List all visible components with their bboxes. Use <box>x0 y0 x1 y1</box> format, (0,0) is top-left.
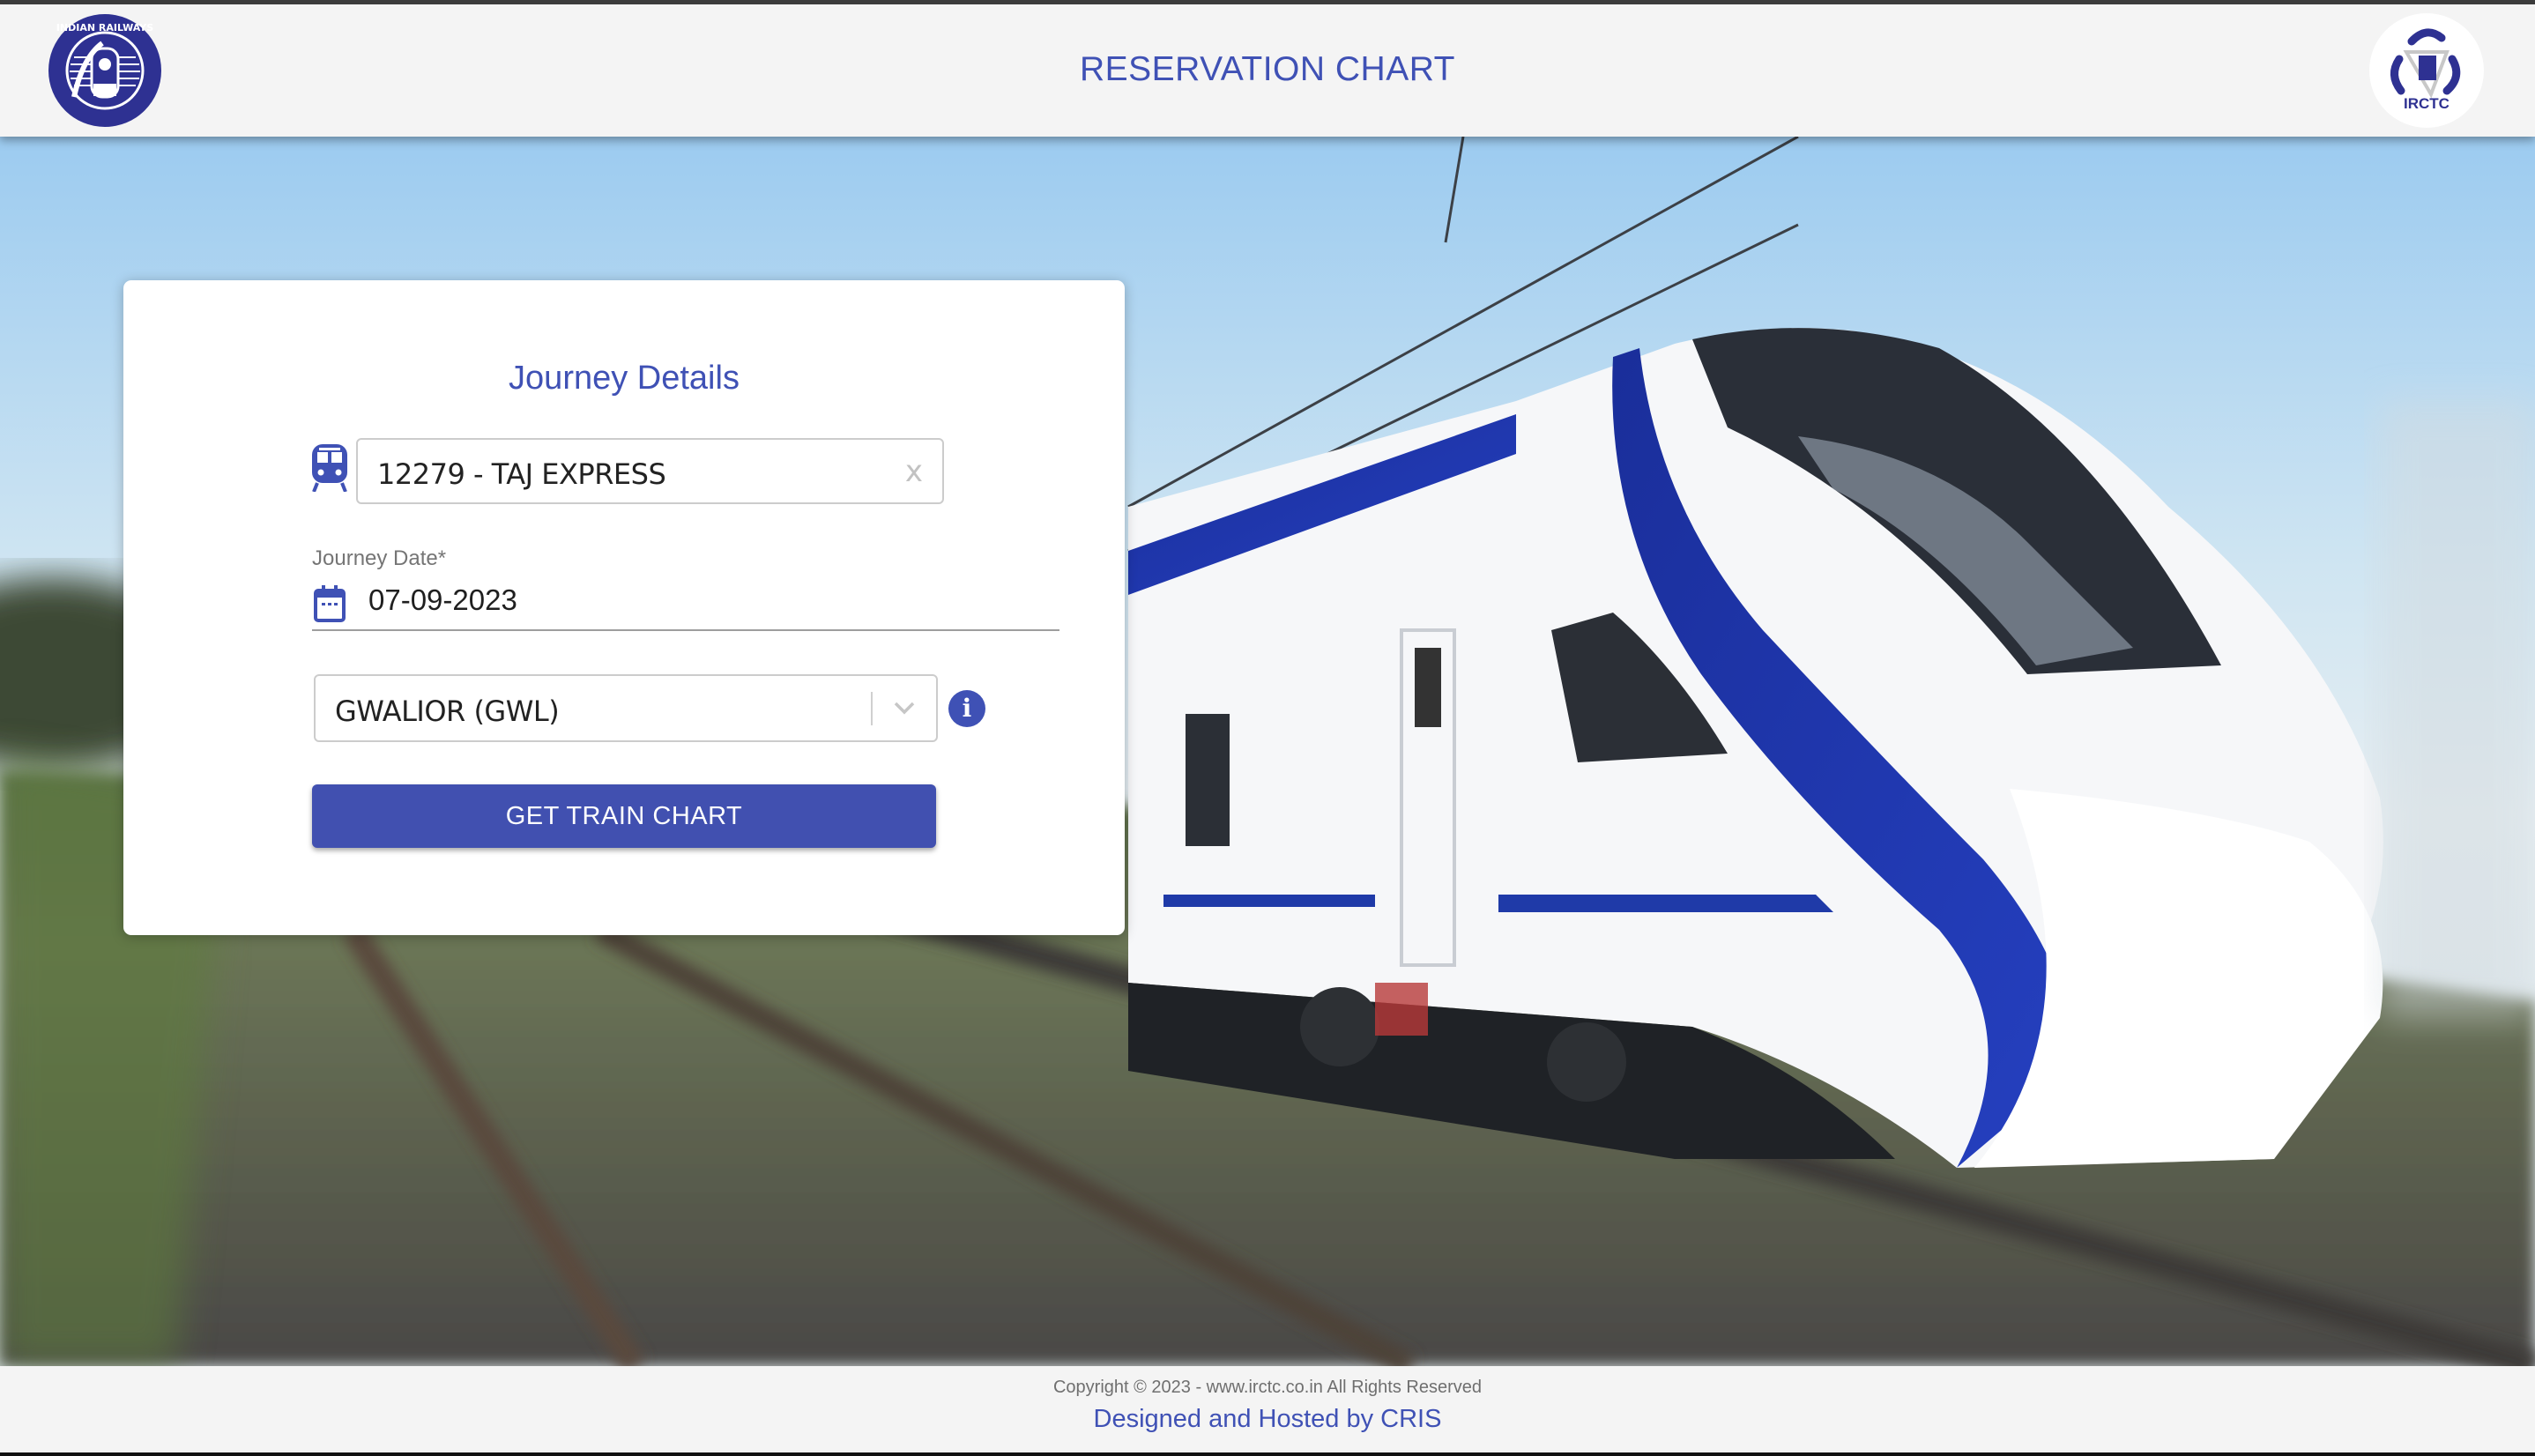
clear-train-button[interactable]: x <box>905 454 923 489</box>
chevron-down-icon[interactable] <box>892 697 917 718</box>
journey-date-label: Journey Date* <box>312 546 447 570</box>
copyright-text: Copyright © 2023 - www.irctc.co.in All R… <box>1052 1378 1483 1397</box>
info-icon[interactable]: i <box>948 690 985 727</box>
calendar-icon[interactable] <box>314 585 346 622</box>
journey-date-underline <box>312 629 1059 631</box>
cris-credit-link[interactable]: Designed and Hosted by CRIS <box>0 1405 2535 1434</box>
svg-text:IRCTC: IRCTC <box>2404 95 2450 112</box>
irctc-logo[interactable]: IRCTC <box>2369 13 2484 128</box>
window-bottom-border <box>0 1452 2535 1456</box>
train-icon <box>310 444 349 493</box>
journey-details-card: Journey Details 12279 - TAJ EXPRESS x Jo… <box>123 280 1125 935</box>
select-divider <box>871 692 873 725</box>
svg-text:INDIAN RAILWAYS: INDIAN RAILWAYS <box>56 22 153 33</box>
page-title: RESERVATION CHART <box>1079 50 1456 88</box>
irctc-logo-icon: IRCTC <box>2390 28 2461 112</box>
train-number-input[interactable]: 12279 - TAJ EXPRESS x <box>356 438 944 504</box>
window-top-border <box>0 0 2535 4</box>
station-select-value: GWALIOR (GWL) <box>335 695 560 728</box>
boarding-station-select[interactable]: GWALIOR (GWL) <box>314 674 938 742</box>
journey-date-input[interactable]: 07-09-2023 <box>368 583 517 617</box>
header: INDIAN RAILWAYS RESERVATION CHART IRCTC <box>0 4 2535 137</box>
get-train-chart-button[interactable]: GET TRAIN CHART <box>312 784 936 848</box>
card-title: Journey Details <box>509 360 740 397</box>
footer: Copyright © 2023 - www.irctc.co.in All R… <box>0 1366 2535 1452</box>
train-input-value: 12279 - TAJ EXPRESS <box>377 457 666 491</box>
